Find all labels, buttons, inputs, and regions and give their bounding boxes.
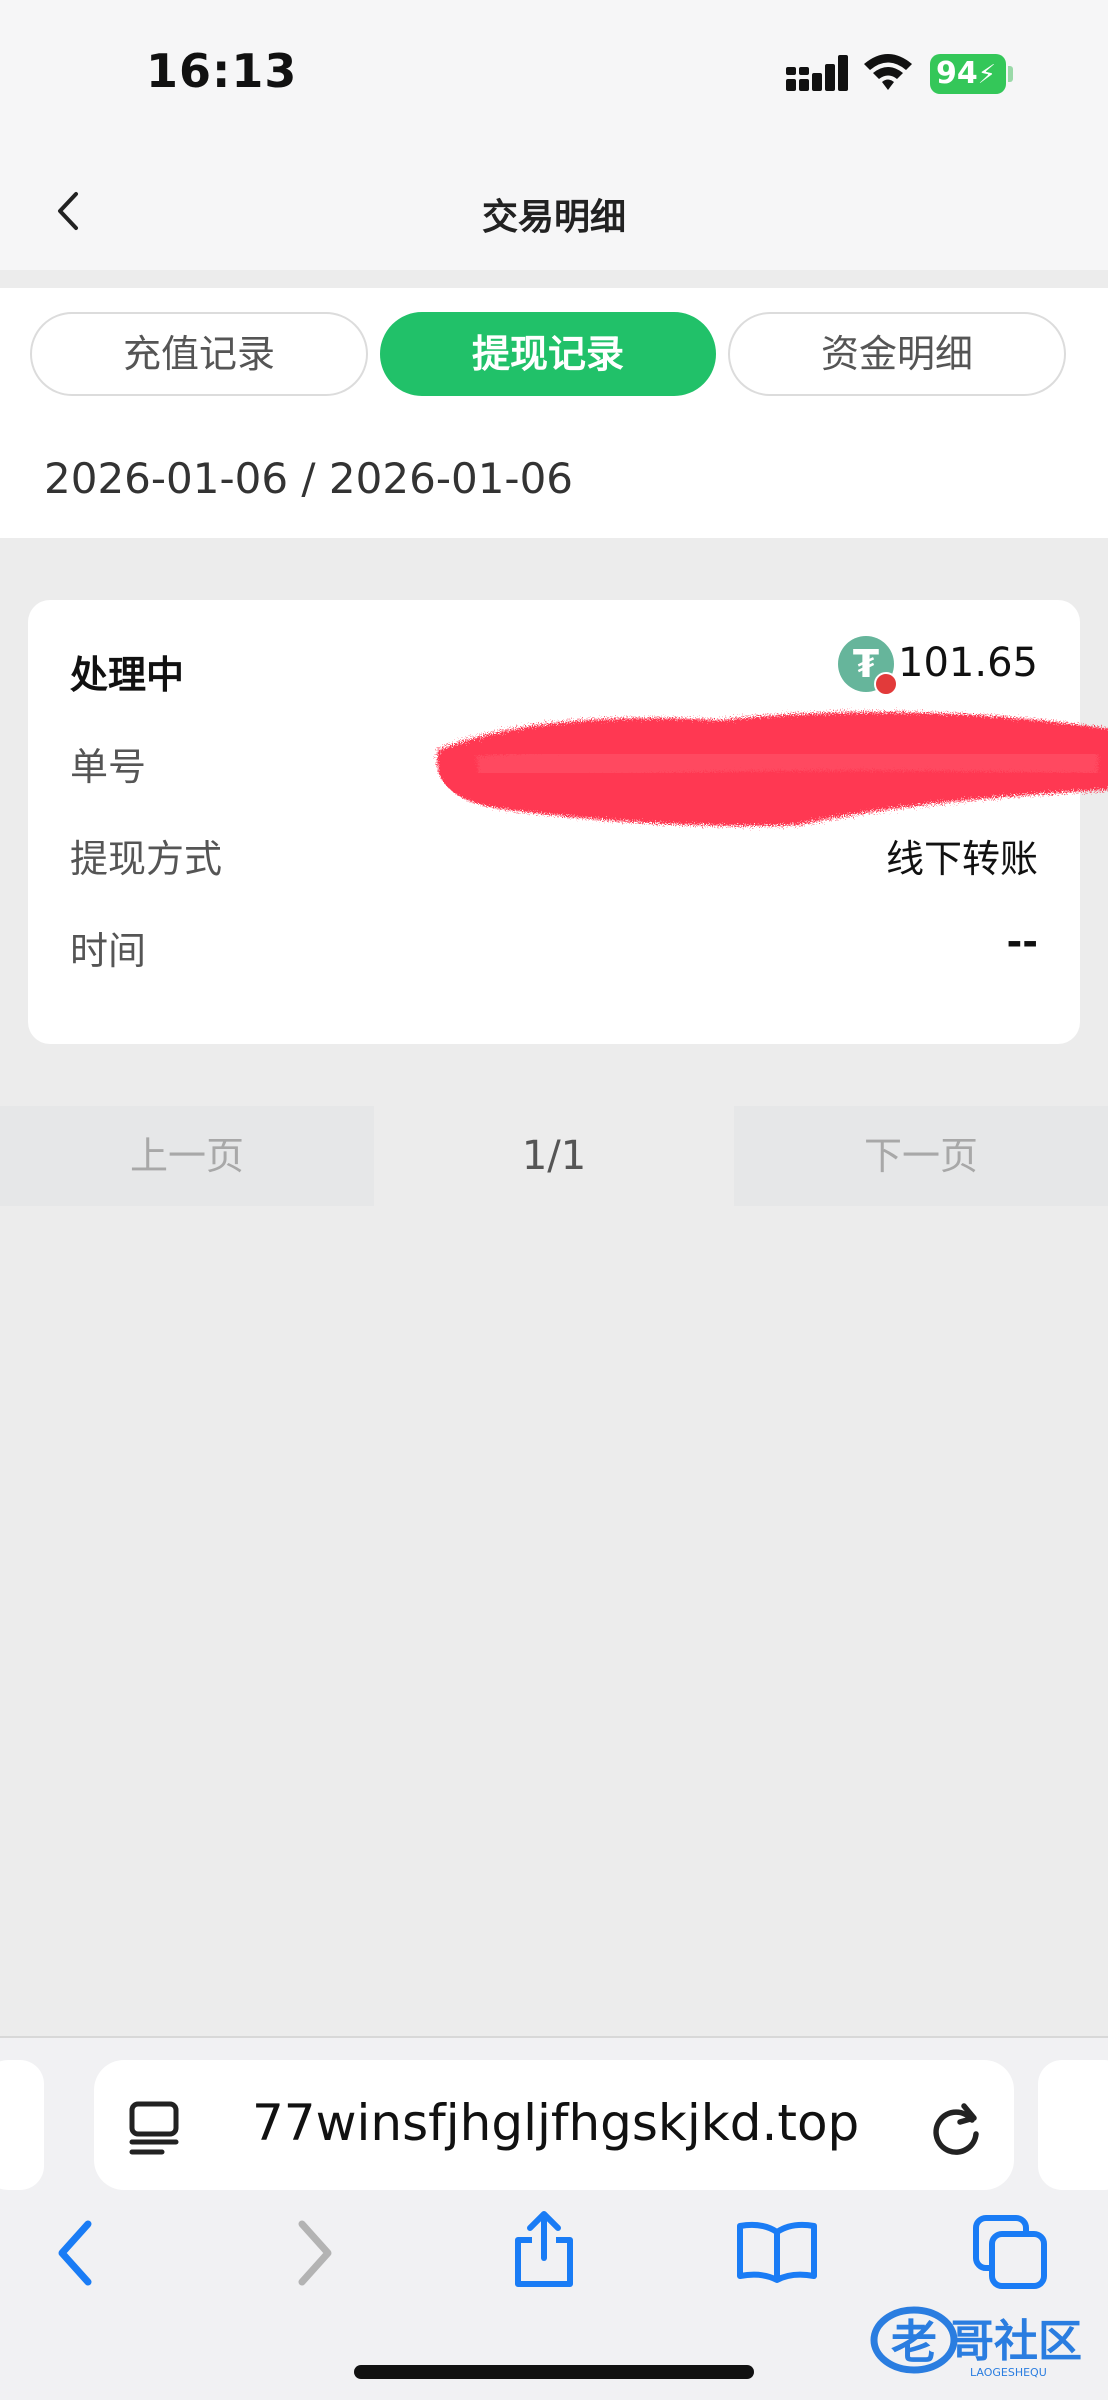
svg-text:LAOGESHEQU: LAOGESHEQU xyxy=(970,2366,1047,2379)
battery-indicator: 94⚡ xyxy=(930,54,1006,94)
battery-level: 94 xyxy=(936,56,978,91)
page-menu-icon[interactable] xyxy=(128,2100,180,2156)
previous-tab-preview[interactable] xyxy=(0,2060,44,2190)
share-icon[interactable] xyxy=(510,2210,578,2288)
time-label: 时间 xyxy=(70,929,147,973)
address-bar[interactable]: 77winsfjhgljfhgskjkd.top xyxy=(94,2060,1014,2190)
battery-tip xyxy=(1008,66,1013,82)
status-bar: 16:13 94⚡ xyxy=(0,0,1108,150)
record-amount: 101.65 xyxy=(898,640,1038,686)
wifi-icon xyxy=(864,54,912,90)
bookmarks-icon[interactable] xyxy=(736,2220,818,2284)
time-value: -- xyxy=(1006,920,1038,964)
cellular-signal-icon xyxy=(786,55,848,91)
browser-back-icon[interactable] xyxy=(50,2218,100,2288)
url-text: 77winsfjhgljfhgskjkd.top xyxy=(252,2094,860,2152)
navigation-bar: 交易明细 xyxy=(0,150,1108,270)
page-indicator: 1/1 xyxy=(521,1133,587,1179)
order-number-label: 单号 xyxy=(70,745,147,789)
charging-bolt-icon: ⚡ xyxy=(977,60,997,90)
reload-icon[interactable] xyxy=(928,2098,984,2156)
home-indicator[interactable] xyxy=(354,2365,754,2379)
redaction-scribble xyxy=(436,712,1108,826)
divider xyxy=(0,270,1108,288)
tab-deposit-records[interactable]: 充值记录 xyxy=(30,312,368,396)
status-time: 16:13 xyxy=(146,44,298,98)
next-page-button[interactable]: 下一页 xyxy=(734,1106,1108,1206)
tab-fund-details[interactable]: 资金明细 xyxy=(728,312,1066,396)
pagination: 上一页 1/1 下一页 xyxy=(0,1106,1108,1206)
tab-withdrawal-records[interactable]: 提现记录 xyxy=(380,312,716,396)
tabs-overview-icon[interactable] xyxy=(972,2214,1048,2290)
browser-forward-icon[interactable] xyxy=(290,2218,340,2288)
filter-area: 充值记录 提现记录 资金明细 2026-01-06 / 2026-01-06 xyxy=(0,288,1108,538)
withdrawal-record-card: 处理中 ₮ 101.65 单号 提现方式 线下转账 时间 -- xyxy=(28,600,1108,1044)
page-title: 交易明细 xyxy=(481,197,626,238)
next-tab-preview[interactable] xyxy=(1038,2060,1108,2190)
record-status: 处理中 xyxy=(70,653,185,697)
svg-text:哥社区: 哥社区 xyxy=(950,2316,1082,2367)
watermark-logo: 老 哥社区 LAOGESHEQU xyxy=(870,2306,1082,2379)
withdrawal-method-label: 提现方式 xyxy=(70,837,223,881)
date-range-selector[interactable]: 2026-01-06 / 2026-01-06 xyxy=(44,454,573,503)
previous-page-button[interactable]: 上一页 xyxy=(0,1106,374,1206)
svg-text:老: 老 xyxy=(891,2315,937,2369)
